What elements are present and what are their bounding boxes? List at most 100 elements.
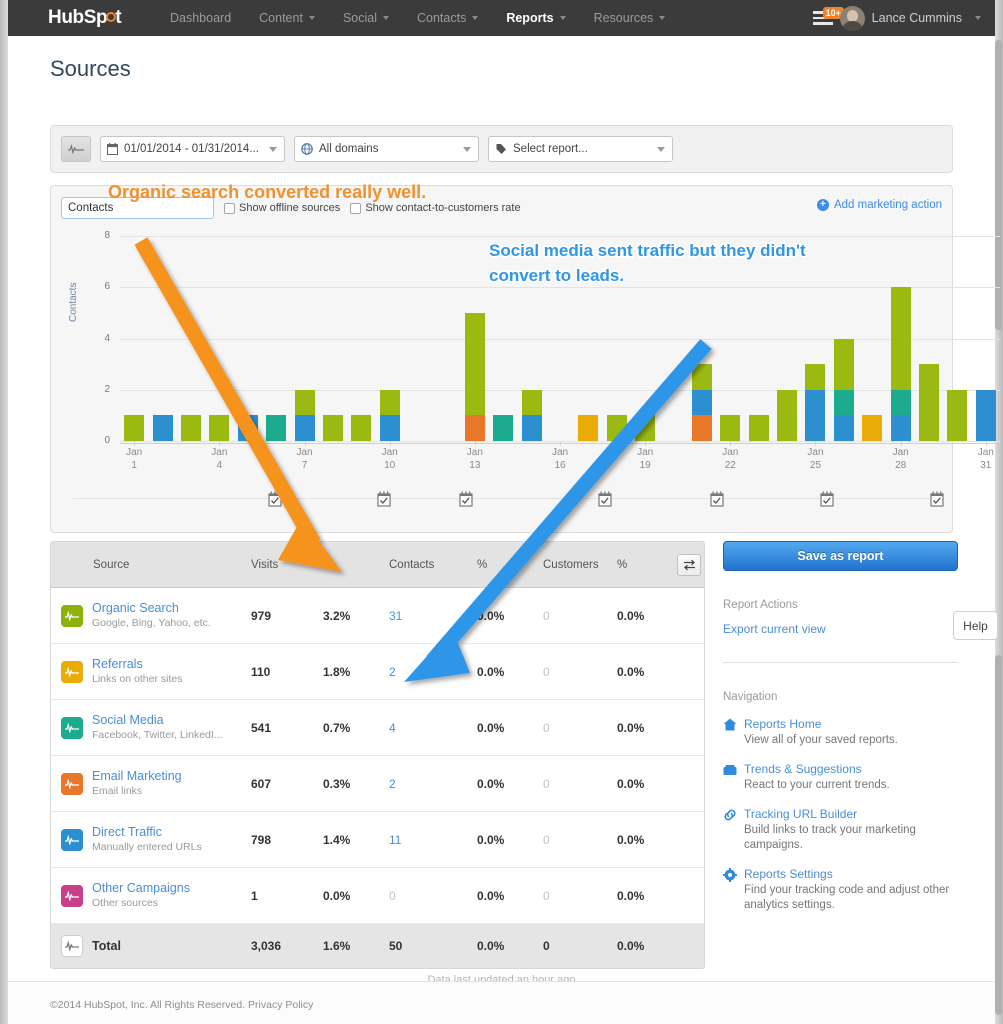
help-button[interactable]: Help bbox=[953, 611, 998, 640]
bar-jan-10[interactable] bbox=[380, 236, 400, 441]
table-header-source[interactable]: Source bbox=[51, 559, 251, 571]
marketing-action-calendar-icon[interactable] bbox=[820, 491, 834, 507]
bar-jan-21[interactable] bbox=[692, 236, 712, 441]
export-current-view-link[interactable]: Export current view bbox=[723, 622, 958, 636]
username-label[interactable]: Lance Cummins bbox=[872, 11, 962, 25]
column-swap-button[interactable] bbox=[677, 554, 701, 576]
contacts-cell[interactable]: 4 bbox=[389, 721, 477, 735]
table-row[interactable]: Social MediaFacebook, Twitter, LinkedI..… bbox=[51, 700, 704, 756]
nav-item-social[interactable]: Social bbox=[329, 0, 403, 36]
add-marketing-action-button[interactable]: + Add marketing action bbox=[817, 199, 942, 211]
bar-jan-18[interactable] bbox=[607, 236, 627, 441]
bar-jan-24[interactable] bbox=[777, 236, 797, 441]
marketing-action-calendar-icon[interactable] bbox=[268, 491, 282, 507]
contacts-cell[interactable]: 11 bbox=[389, 833, 477, 847]
bar-jan-3[interactable] bbox=[181, 236, 201, 441]
bar-jan-16[interactable] bbox=[550, 236, 570, 441]
notifications-menu-icon[interactable]: 10+ bbox=[813, 11, 833, 25]
source-name-link[interactable]: Referrals bbox=[92, 657, 182, 672]
bar-jan-6[interactable] bbox=[266, 236, 286, 441]
bar-jan-1[interactable] bbox=[124, 236, 144, 441]
bar-jan-27[interactable] bbox=[862, 236, 882, 441]
bar-jan-29[interactable] bbox=[919, 236, 939, 441]
bar-jan-15[interactable] bbox=[522, 236, 542, 441]
bar-jan-31[interactable] bbox=[976, 236, 996, 441]
nav-item-resources[interactable]: Resources bbox=[580, 0, 680, 36]
table-header-[interactable]: % bbox=[477, 559, 543, 571]
user-menu-chevron-down-icon[interactable] bbox=[975, 16, 981, 20]
report-select[interactable]: Select report... bbox=[488, 136, 673, 162]
bar-jan-5[interactable] bbox=[238, 236, 258, 441]
save-as-report-button[interactable]: Save as report bbox=[723, 541, 958, 571]
show-offline-sources-checkbox[interactable]: Show offline sources bbox=[224, 202, 340, 214]
nav-chevron-down-icon[interactable] bbox=[309, 16, 315, 20]
table-row[interactable]: ReferralsLinks on other sites1101.8%20.0… bbox=[51, 644, 704, 700]
table-header-customers[interactable]: Customers bbox=[543, 559, 617, 571]
checkbox-box[interactable] bbox=[350, 203, 361, 214]
source-name-link[interactable]: Direct Traffic bbox=[92, 825, 202, 840]
bar-jan-30[interactable] bbox=[947, 236, 967, 441]
bar-jan-4[interactable] bbox=[209, 236, 229, 441]
table-header-visits[interactable]: Visits bbox=[251, 559, 323, 571]
nav-link-trends-suggestions[interactable]: Trends & SuggestionsReact to your curren… bbox=[723, 762, 958, 793]
source-name-link[interactable]: Social Media bbox=[92, 713, 223, 728]
contacts-cell[interactable]: 2 bbox=[389, 665, 477, 679]
date-chevron-down-icon[interactable] bbox=[269, 147, 277, 152]
marketing-action-calendar-icon[interactable] bbox=[459, 491, 473, 507]
nav-link-reports-home[interactable]: Reports HomeView all of your saved repor… bbox=[723, 717, 958, 748]
nav-item-reports[interactable]: Reports bbox=[492, 0, 579, 36]
nav-link-reports-settings[interactable]: Reports SettingsFind your tracking code … bbox=[723, 867, 958, 913]
bar-jan-7[interactable] bbox=[295, 236, 315, 441]
bar-jan-8[interactable] bbox=[323, 236, 343, 441]
nav-link-tracking-url-builder[interactable]: Tracking URL BuilderBuild links to track… bbox=[723, 807, 958, 853]
table-header-contacts[interactable]: Contacts bbox=[389, 559, 477, 571]
contacts-cell[interactable]: 31 bbox=[389, 609, 477, 623]
bar-jan-13[interactable] bbox=[465, 236, 485, 441]
bar-jan-25[interactable] bbox=[805, 236, 825, 441]
source-name-link[interactable]: Organic Search bbox=[92, 601, 211, 616]
bar-jan-17[interactable] bbox=[578, 236, 598, 441]
nav-chevron-down-icon[interactable] bbox=[560, 16, 566, 20]
bar-jan-9[interactable] bbox=[351, 236, 371, 441]
bar-jan-14[interactable] bbox=[493, 236, 513, 441]
report-chevron-down-icon[interactable] bbox=[657, 147, 665, 152]
show-contact-to-customers-rate-checkbox[interactable]: Show contact-to-customers rate bbox=[350, 202, 520, 214]
marketing-action-calendar-icon[interactable] bbox=[930, 491, 944, 507]
contacts-cell[interactable]: 2 bbox=[389, 777, 477, 791]
nav-link-title[interactable]: Reports Settings bbox=[744, 867, 958, 881]
bar-jan-12[interactable] bbox=[436, 236, 456, 441]
nav-link-title[interactable]: Tracking URL Builder bbox=[744, 807, 958, 821]
marketing-action-calendar-icon[interactable] bbox=[598, 491, 612, 507]
marketing-action-calendar-icon[interactable] bbox=[710, 491, 724, 507]
nav-chevron-down-icon[interactable] bbox=[472, 16, 478, 20]
nav-item-contacts[interactable]: Contacts bbox=[403, 0, 492, 36]
domain-select[interactable]: All domains bbox=[294, 136, 479, 162]
nav-link-title[interactable]: Trends & Suggestions bbox=[744, 762, 890, 776]
table-row[interactable]: Other CampaignsOther sources10.0%00.0%00… bbox=[51, 868, 704, 924]
date-range-picker[interactable]: 01/01/2014 - 01/31/2014... bbox=[100, 136, 285, 162]
bar-jan-23[interactable] bbox=[749, 236, 769, 441]
marketing-action-calendar-icon[interactable] bbox=[377, 491, 391, 507]
metric-select[interactable]: Contacts bbox=[61, 197, 214, 219]
bar-jan-26[interactable] bbox=[834, 236, 854, 441]
nav-link-title[interactable]: Reports Home bbox=[744, 717, 898, 731]
table-header-[interactable]: % bbox=[323, 559, 389, 571]
nav-item-content[interactable]: Content bbox=[245, 0, 329, 36]
table-row[interactable]: Email MarketingEmail links6070.3%20.0%00… bbox=[51, 756, 704, 812]
hubspot-logo[interactable]: HubSpt bbox=[48, 7, 121, 29]
bar-jan-20[interactable] bbox=[664, 236, 684, 441]
nav-chevron-down-icon[interactable] bbox=[383, 16, 389, 20]
nav-chevron-down-icon[interactable] bbox=[659, 16, 665, 20]
bar-jan-19[interactable] bbox=[635, 236, 655, 441]
bar-jan-28[interactable] bbox=[891, 236, 911, 441]
chart-toggle-button[interactable] bbox=[61, 136, 91, 162]
bar-jan-22[interactable] bbox=[720, 236, 740, 441]
table-row[interactable]: Direct TrafficManually entered URLs7981.… bbox=[51, 812, 704, 868]
checkbox-box[interactable] bbox=[224, 203, 235, 214]
source-name-link[interactable]: Other Campaigns bbox=[92, 881, 190, 896]
page-scrollbar-track[interactable] bbox=[995, 655, 1002, 1015]
table-header-[interactable]: % bbox=[617, 559, 677, 571]
nav-item-dashboard[interactable]: Dashboard bbox=[156, 0, 245, 36]
table-row[interactable]: Organic SearchGoogle, Bing, Yahoo, etc.9… bbox=[51, 588, 704, 644]
privacy-policy-link[interactable]: Privacy Policy bbox=[248, 999, 313, 1011]
